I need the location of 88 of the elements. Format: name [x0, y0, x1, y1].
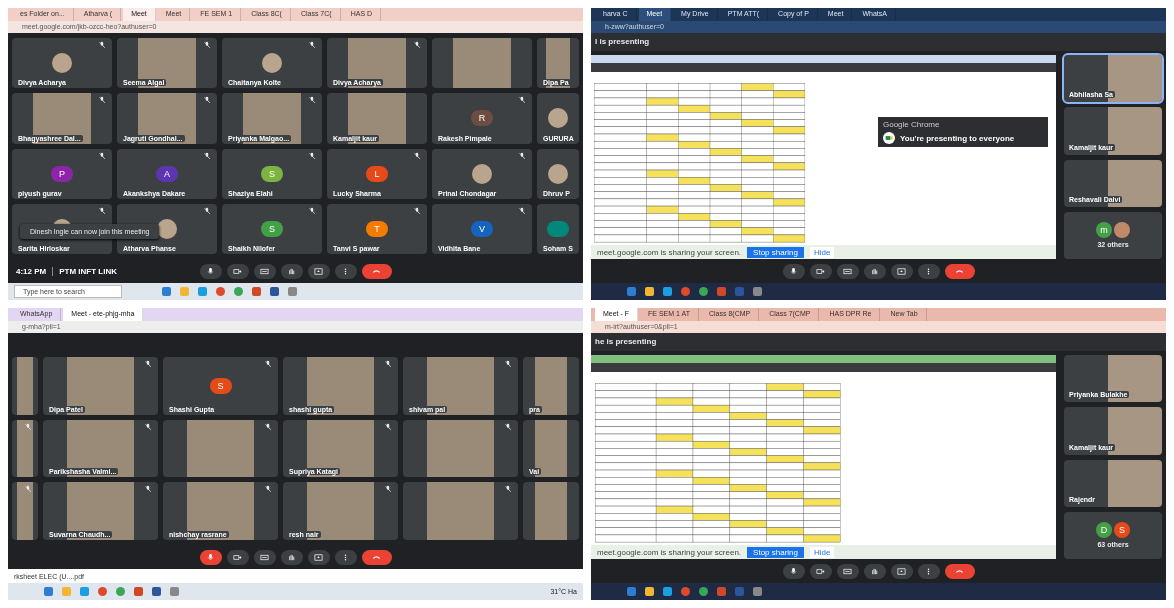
hide-button[interactable]: Hide	[810, 246, 835, 258]
hide-button[interactable]: Hide	[810, 546, 835, 558]
sharing-message: meet.google.com is sharing your screen.	[597, 247, 742, 257]
avatar-circle	[52, 53, 72, 74]
hand-icon	[287, 552, 296, 562]
avatar-initial: S	[209, 377, 232, 394]
avatar-initial: m	[1096, 222, 1112, 239]
presenting-banner: he is presenting	[591, 333, 1166, 351]
present-icon	[897, 566, 906, 576]
camera-button[interactable]	[226, 549, 249, 565]
captions-icon	[260, 266, 269, 276]
camera-icon	[816, 266, 825, 276]
microphone-button[interactable]	[782, 263, 805, 279]
microphone-icon	[206, 552, 215, 562]
captions-button[interactable]	[253, 549, 276, 565]
present-icon	[314, 552, 323, 562]
present-icon	[897, 266, 906, 276]
avatar-initial: V	[471, 220, 493, 237]
notification-title: You're presenting to everyone	[900, 133, 1015, 143]
avatar-circle	[1114, 222, 1130, 239]
camera-button[interactable]	[226, 263, 249, 279]
camera-button[interactable]	[809, 263, 832, 279]
avatar-initial: A	[156, 165, 178, 182]
captions-button[interactable]	[253, 263, 276, 279]
meeting-title: PTM INFT LINK	[59, 266, 117, 276]
present-button[interactable]	[890, 563, 913, 579]
microphone-button[interactable]	[199, 549, 222, 565]
photo-placeholder	[17, 419, 33, 478]
photo-placeholder	[427, 482, 494, 540]
photo-placeholder	[453, 38, 511, 89]
captions-button[interactable]	[836, 563, 859, 579]
avatar-initial: S	[1114, 522, 1130, 539]
microphone-icon	[789, 566, 798, 576]
hand-icon	[287, 266, 296, 276]
leave-call-button[interactable]	[361, 263, 392, 279]
avatar-initial: L	[366, 165, 388, 182]
present-button[interactable]	[890, 263, 913, 279]
leave-call-button[interactable]	[361, 549, 392, 565]
avatar-circle	[472, 163, 492, 184]
present-icon	[314, 266, 323, 276]
avatar-circle	[548, 108, 568, 129]
hand-icon	[870, 266, 879, 276]
microphone-button[interactable]	[782, 563, 805, 579]
photo-placeholder	[67, 357, 134, 415]
presenting-banner: l is presenting	[591, 33, 1166, 51]
raise-hand-button[interactable]	[280, 549, 303, 565]
photo-placeholder	[17, 482, 33, 540]
avatar-circle	[262, 53, 282, 74]
avatar-initial: S	[261, 165, 283, 182]
notification-app-name: Google Chrome	[883, 120, 941, 129]
leave-call-button[interactable]	[944, 563, 975, 579]
photo-placeholder	[307, 482, 374, 540]
camera-icon	[816, 566, 825, 576]
camera-button[interactable]	[809, 563, 832, 579]
meeting-time: 4:12 PM	[16, 266, 47, 276]
photo-placeholder	[534, 482, 568, 540]
microphone-icon	[789, 266, 798, 276]
raise-hand-button[interactable]	[280, 263, 303, 279]
stop-sharing-button[interactable]: Stop sharing	[747, 246, 804, 258]
microphone-icon	[206, 266, 215, 276]
camera-icon	[233, 266, 242, 276]
avatar-initial: R	[471, 110, 493, 127]
raise-hand-button[interactable]	[863, 263, 886, 279]
avatar-initial: D	[1096, 522, 1112, 539]
photo-placeholder	[1108, 459, 1162, 507]
sharing-message: meet.google.com is sharing your screen.	[597, 547, 742, 557]
photo-placeholder	[17, 357, 33, 415]
photo-placeholder	[427, 419, 494, 478]
raise-hand-button[interactable]	[863, 563, 886, 579]
present-button[interactable]	[307, 549, 330, 565]
stop-sharing-button[interactable]: Stop sharing	[747, 546, 804, 558]
captions-button[interactable]	[836, 263, 859, 279]
photo-placeholder	[545, 38, 571, 89]
hand-icon	[870, 566, 879, 576]
microphone-button[interactable]	[199, 263, 222, 279]
captions-icon	[843, 566, 852, 576]
leave-call-button[interactable]	[944, 263, 975, 279]
photo-placeholder	[187, 419, 254, 478]
captions-icon	[843, 266, 852, 276]
camera-icon	[233, 552, 242, 562]
avatar-initial: S	[261, 220, 283, 237]
avatar-circle	[548, 163, 568, 184]
avatar-circle	[157, 218, 177, 239]
camera-logo-icon	[883, 132, 895, 144]
present-button[interactable]	[307, 263, 330, 279]
captions-icon	[260, 552, 269, 562]
avatar-initial: T	[366, 220, 388, 237]
avatar-initial: P	[51, 165, 73, 182]
